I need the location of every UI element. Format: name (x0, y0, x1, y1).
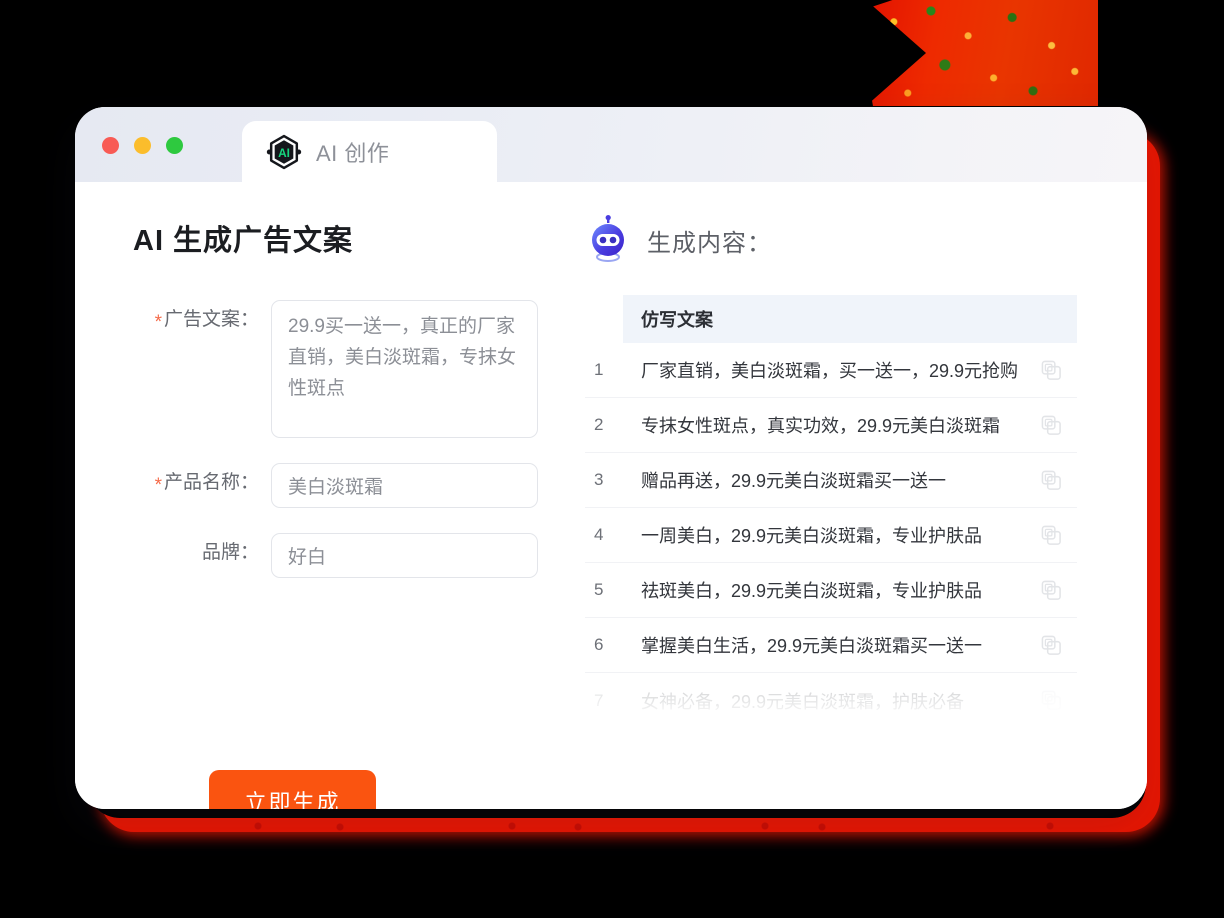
required-asterisk-icon: * (154, 312, 162, 333)
row-text: 赠品再送，29.9元美白淡斑霜买一送一 (641, 471, 947, 491)
row-index: 1 (594, 360, 604, 379)
row-text: 一周美白，29.9元美白淡斑霜，专业护肤品 (641, 526, 983, 546)
generate-button[interactable]: 立即生成 (209, 770, 376, 809)
form-label-brand: 品牌： (133, 533, 271, 573)
form-pane: AI 生成广告文案 * 广告文案： 29.9买一送一，真正的厂家直销，美白淡斑霜，… (75, 182, 575, 809)
form-row-product-name: * 产品名称： 美白淡斑霜 (133, 463, 575, 508)
row-text: 厂家直销，美白淡斑霜，买一送一，29.9元抢购 (641, 361, 1019, 381)
copy-icon[interactable] (1041, 360, 1062, 381)
label-text: 品牌： (201, 542, 259, 563)
label-text: 产品名称： (163, 472, 259, 493)
label-text: 广告文案： (163, 309, 259, 330)
row-index: 2 (594, 415, 604, 434)
maximize-window-button[interactable] (166, 137, 183, 154)
result-pane: 生成内容： 仿写文案 1 厂家直销，美白淡斑霜，买一送一，29.9元抢购 2 专… (575, 182, 1147, 809)
row-index: 5 (594, 580, 604, 599)
row-cell: 厂家直销，美白淡斑霜，买一送一，29.9元抢购 (623, 343, 1077, 397)
copy-icon[interactable] (1041, 525, 1062, 546)
row-index: 7 (594, 690, 604, 710)
row-cell: 专抹女性斑点，真实功效，29.9元美白淡斑霜 (623, 398, 1077, 452)
form-row-brand: 品牌： 好白 (133, 533, 575, 578)
table-row[interactable]: 4 一周美白，29.9元美白淡斑霜，专业护肤品 (585, 508, 1077, 563)
result-table: 仿写文案 1 厂家直销，美白淡斑霜，买一送一，29.9元抢购 2 专抹女性斑点，… (585, 295, 1077, 734)
required-asterisk-icon: * (154, 475, 162, 496)
screenshot-stage: AI AI 创作 AI 生成广告文案 * 广告文案： 29.9买一送一，真正的厂家… (0, 0, 1224, 918)
form-label-ad-copy: * 广告文案： (133, 300, 271, 340)
window-titlebar: AI AI 创作 (75, 107, 1147, 182)
row-cell: 女神必备，29.9元美白淡斑霜，护肤必备 (623, 673, 1077, 728)
row-cell: 掌握美白生活，29.9元美白淡斑霜买一送一 (623, 618, 1077, 672)
row-cell: 一周美白，29.9元美白淡斑霜，专业护肤品 (623, 508, 1077, 562)
row-cell: 赠品再送，29.9元美白淡斑霜买一送一 (623, 453, 1077, 507)
ad-copy-textarea[interactable]: 29.9买一送一，真正的厂家直销，美白淡斑霜，专抹女性斑点 (271, 300, 538, 438)
table-row[interactable]: 1 厂家直销，美白淡斑霜，买一送一，29.9元抢购 (585, 343, 1077, 398)
copy-icon[interactable] (1041, 690, 1062, 711)
ai-hexagon-badge-icon: AI (266, 134, 302, 169)
product-name-input[interactable]: 美白淡斑霜 (271, 463, 538, 508)
window-body: AI 生成广告文案 * 广告文案： 29.9买一送一，真正的厂家直销，美白淡斑霜，… (75, 182, 1147, 809)
form-label-product-name: * 产品名称： (133, 463, 271, 503)
table-header-label: 仿写文案 (641, 310, 713, 330)
table-row[interactable]: 5 祛斑美白，29.9元美白淡斑霜，专业护肤品 (585, 563, 1077, 618)
traffic-light-group (102, 137, 183, 154)
svg-text:AI: AI (278, 146, 290, 160)
minimize-window-button[interactable] (134, 137, 151, 154)
robot-head-icon (592, 215, 624, 262)
tab-ai-creation[interactable]: AI AI 创作 (242, 121, 497, 182)
table-row[interactable]: 2 专抹女性斑点，真实功效，29.9元美白淡斑霜 (585, 398, 1077, 453)
table-row[interactable]: 3 赠品再送，29.9元美白淡斑霜买一送一 (585, 453, 1077, 508)
row-index: 3 (594, 470, 604, 489)
copy-icon[interactable] (1041, 415, 1062, 436)
copy-icon[interactable] (1041, 580, 1062, 601)
row-text: 祛斑美白，29.9元美白淡斑霜，专业护肤品 (641, 581, 983, 601)
result-header: 生成内容： (587, 215, 1147, 265)
row-text: 掌握美白生活，29.9元美白淡斑霜买一送一 (641, 636, 983, 656)
row-cell: 祛斑美白，29.9元美白淡斑霜，专业护肤品 (623, 563, 1077, 617)
copy-icon[interactable] (1041, 635, 1062, 656)
form-row-ad-copy: * 广告文案： 29.9买一送一，真正的厂家直销，美白淡斑霜，专抹女性斑点 (133, 300, 575, 438)
row-text: 女神必备，29.9元美白淡斑霜，护肤必备 (641, 691, 965, 712)
result-title: 生成内容： (647, 229, 772, 257)
app-window: AI AI 创作 AI 生成广告文案 * 广告文案： 29.9买一送一，真正的厂家… (75, 107, 1147, 809)
brand-input[interactable]: 好白 (271, 533, 538, 578)
row-index: 4 (594, 525, 604, 544)
table-row[interactable]: 7 女神必备，29.9元美白淡斑霜，护肤必备 (585, 673, 1077, 728)
decorative-red-speckles (250, 822, 1080, 836)
result-table-wrap: 仿写文案 1 厂家直销，美白淡斑霜，买一送一，29.9元抢购 2 专抹女性斑点，… (585, 295, 1147, 734)
row-index: 6 (594, 635, 604, 654)
copy-icon[interactable] (1041, 470, 1062, 491)
close-window-button[interactable] (102, 137, 119, 154)
tab-label: AI 创作 (316, 140, 390, 166)
page-title: AI 生成广告文案 (133, 225, 354, 257)
row-text: 专抹女性斑点，真实功效，29.9元美白淡斑霜 (641, 416, 1001, 436)
table-header-row: 仿写文案 (623, 295, 1077, 343)
table-row[interactable]: 6 掌握美白生活，29.9元美白淡斑霜买一送一 (585, 618, 1077, 673)
